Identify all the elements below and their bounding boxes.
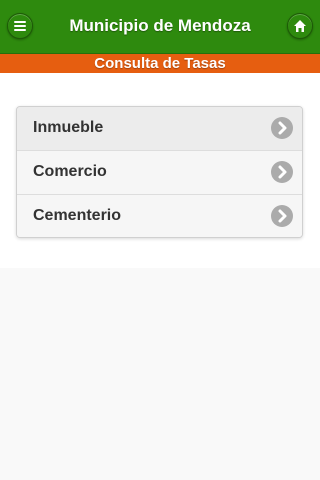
- page-title: Municipio de Mendoza: [69, 16, 251, 35]
- list-item-cementerio[interactable]: Cementerio: [17, 195, 302, 237]
- main-content: Inmueble Comercio Cementerio: [0, 73, 320, 268]
- section-title: Consulta de Tasas: [0, 54, 320, 73]
- list-item-label: Comercio: [33, 163, 107, 180]
- list-item-comercio[interactable]: Comercio: [17, 151, 302, 195]
- app-header: Municipio de Mendoza: [0, 0, 320, 54]
- home-button[interactable]: [287, 13, 313, 39]
- chevron-right-icon: [271, 205, 293, 227]
- tasas-list: Inmueble Comercio Cementerio: [16, 106, 303, 238]
- list-item-label: Cementerio: [33, 207, 122, 224]
- chevron-right-icon: [271, 117, 293, 139]
- home-icon: [294, 20, 306, 32]
- list-item-label: Inmueble: [33, 119, 104, 136]
- chevron-right-icon: [271, 161, 293, 183]
- list-item-inmueble[interactable]: Inmueble: [17, 107, 302, 151]
